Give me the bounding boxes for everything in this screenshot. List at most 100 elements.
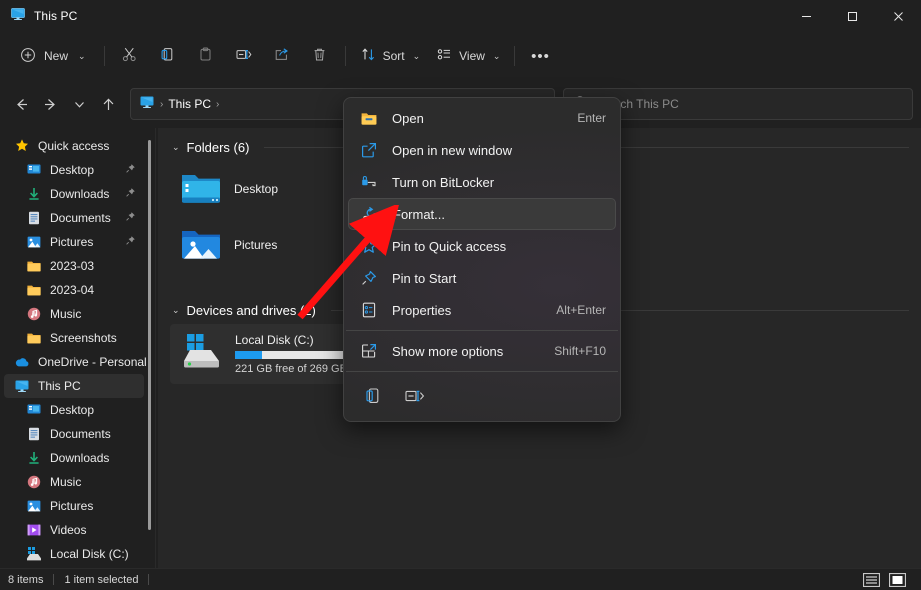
sidebar-item-quick-access[interactable]: Quick access <box>4 134 144 158</box>
folder-tile-desktop[interactable]: Desktop <box>170 161 355 217</box>
sidebar-item-label: Pictures <box>50 235 94 249</box>
navigation-sidebar[interactable]: Quick access Desktop Downloads Documents Pic… <box>0 128 148 571</box>
context-menu-item-show-more-options[interactable]: Show more options Shift+F10 <box>348 335 616 367</box>
status-divider-2 <box>148 574 150 585</box>
sort-arrows-icon <box>360 46 377 66</box>
window-controls <box>783 0 921 32</box>
sidebar-item-desktop[interactable]: Desktop <box>4 398 144 422</box>
large-icons-view-icon[interactable] <box>887 572 907 588</box>
sidebar-item-onedrive-personal[interactable]: OneDrive - Personal <box>4 350 147 374</box>
status-item-count: 8 items <box>8 573 44 586</box>
sidebar-item-downloads[interactable]: Downloads <box>4 182 144 206</box>
sidebar-item-music[interactable]: Music <box>4 302 144 326</box>
more-options-button[interactable]: ••• <box>521 40 559 72</box>
sidebar-item-label: Desktop <box>50 403 95 417</box>
pin-icon[interactable] <box>125 187 136 201</box>
context-menu-item-pin-to-start[interactable]: Pin to Start <box>348 262 616 294</box>
context-menu-item-pin-to-quick-access[interactable]: Pin to Quick access <box>348 230 616 262</box>
breadcrumb-separator: › <box>160 98 164 110</box>
sidebar-item-label: Downloads <box>50 451 110 465</box>
folder-tile-pictures[interactable]: Pictures <box>170 217 355 273</box>
downloads-icon <box>26 186 42 202</box>
breadcrumb-trailing-separator[interactable]: › <box>216 99 219 110</box>
sidebar-item-2023-04[interactable]: 2023-04 <box>4 278 144 302</box>
trash-icon <box>311 46 328 66</box>
up-button[interactable] <box>95 88 122 120</box>
context-menu-icon-row <box>344 376 620 416</box>
close-button[interactable] <box>875 0 921 32</box>
details-view-icon[interactable] <box>861 572 881 588</box>
sidebar-item-desktop[interactable]: Desktop <box>4 158 144 182</box>
folder-tile-label: Pictures <box>234 238 278 252</box>
share-button[interactable] <box>263 40 301 72</box>
desktop-folder-icon <box>180 169 222 210</box>
new-button[interactable]: New ⌄ <box>10 40 98 72</box>
context-menu-item-label: Open in new window <box>392 142 512 158</box>
back-button[interactable] <box>8 88 35 120</box>
sidebar-item-label: Pictures <box>50 499 94 513</box>
rename-button[interactable] <box>225 40 263 72</box>
chevron-down-icon: ⌄ <box>78 50 86 61</box>
sidebar-item-music[interactable]: Music <box>4 470 144 494</box>
folder-icon <box>26 330 42 346</box>
title-bar-left: This PC <box>0 6 77 27</box>
minimize-button[interactable] <box>783 0 829 32</box>
context-menu-item-accel: Enter <box>577 111 606 125</box>
context-menu-item-open-in-new-window[interactable]: Open in new window <box>348 134 616 166</box>
pictures-icon <box>26 234 42 250</box>
sidebar-item-local-disk-c[interactable]: Local Disk (C:) <box>4 542 144 566</box>
sidebar-scrollbar[interactable] <box>148 140 151 530</box>
maximize-button[interactable] <box>829 0 875 32</box>
paste-button[interactable] <box>187 40 225 72</box>
sidebar-item-this-pc[interactable]: This PC <box>4 374 144 398</box>
sidebar-item-videos[interactable]: Videos <box>4 518 144 542</box>
copy-icon[interactable] <box>362 385 384 407</box>
cut-button[interactable] <box>111 40 149 72</box>
recent-locations-button[interactable] <box>66 88 93 120</box>
context-menu-item-properties[interactable]: Properties Alt+Enter <box>348 294 616 326</box>
sidebar-item-label: Screenshots <box>50 331 117 345</box>
this-pc-icon <box>14 378 30 394</box>
chevron-down-icon: ⌄ <box>412 50 421 61</box>
sidebar-item-pictures[interactable]: Pictures <box>4 230 144 254</box>
sidebar-item-label: Videos <box>50 523 87 537</box>
plus-circle-icon <box>20 47 36 66</box>
sidebar-item-screenshots[interactable]: Screenshots <box>4 326 144 350</box>
context-menu-item-turn-on-bitlocker[interactable]: Turn on BitLocker <box>348 166 616 198</box>
pin-icon[interactable] <box>125 163 136 177</box>
pin-icon[interactable] <box>125 211 136 225</box>
context-menu-item-label: Show more options <box>392 343 504 359</box>
context-menu-item-format[interactable]: Format... <box>348 198 616 230</box>
desktop-icon <box>26 162 42 178</box>
sidebar-item-downloads[interactable]: Downloads <box>4 446 144 470</box>
sidebar-divider <box>155 128 156 571</box>
toolbar-divider-2 <box>344 46 346 66</box>
file-explorer-window: This PC New ⌄ Sort ⌄ View ⌄ ••• › This P… <box>0 0 921 590</box>
properties-icon <box>360 301 378 319</box>
title-bar: This PC <box>0 0 921 32</box>
sidebar-item-2023-03[interactable]: 2023-03 <box>4 254 144 278</box>
star-outline-icon <box>360 237 378 255</box>
breadcrumb-this-pc[interactable]: This PC <box>168 97 211 111</box>
delete-button[interactable] <box>301 40 339 72</box>
downloads-icon <box>26 450 42 466</box>
sidebar-item-pictures[interactable]: Pictures <box>4 494 144 518</box>
sort-button[interactable]: Sort ⌄ <box>352 40 429 72</box>
bitlocker-lock-icon <box>360 173 378 191</box>
sidebar-item-label: Music <box>50 307 82 321</box>
view-button[interactable]: View ⌄ <box>428 40 508 72</box>
videos-icon <box>26 522 42 538</box>
sidebar-item-documents[interactable]: Documents <box>4 206 144 230</box>
chevron-down-icon[interactable]: ⌄ <box>172 142 180 153</box>
context-menu-item-open[interactable]: Open Enter <box>348 102 616 134</box>
documents-icon <box>26 426 42 442</box>
sort-button-label: Sort <box>382 49 405 63</box>
status-view-switcher <box>861 572 913 588</box>
context-menu[interactable]: Open Enter Open in new window Turn on Bi… <box>343 97 621 422</box>
pin-icon[interactable] <box>125 235 136 249</box>
forward-button[interactable] <box>37 88 64 120</box>
sidebar-item-documents[interactable]: Documents <box>4 422 144 446</box>
chevron-down-icon[interactable]: ⌄ <box>172 305 180 316</box>
rename-icon[interactable] <box>404 385 426 407</box>
copy-button[interactable] <box>149 40 187 72</box>
